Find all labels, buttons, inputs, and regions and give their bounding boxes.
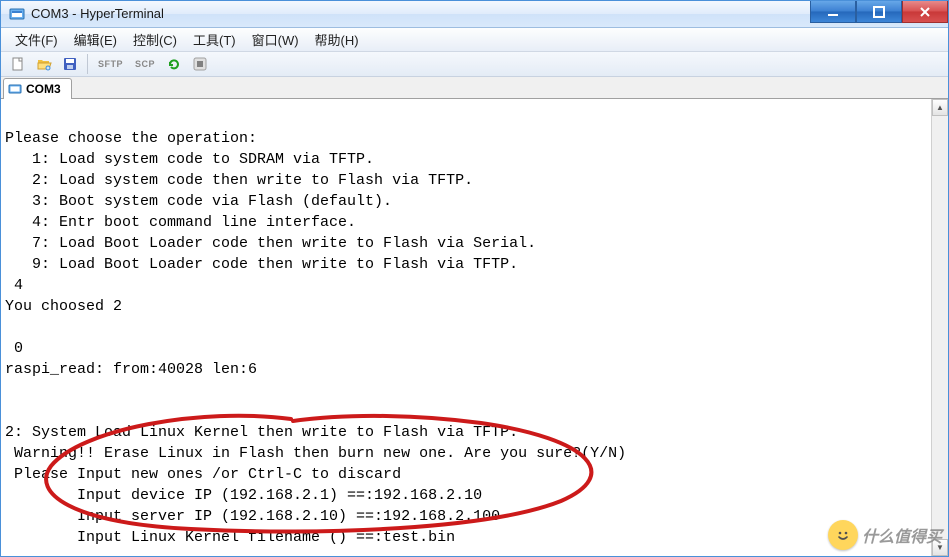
menu-control[interactable]: 控制(C) — [125, 28, 185, 51]
toolbar: SFTP SCP — [1, 52, 948, 77]
stop-icon — [192, 56, 208, 72]
refresh-button[interactable] — [163, 53, 185, 75]
window-title: COM3 - HyperTerminal — [31, 6, 810, 21]
scroll-up-button[interactable]: ▲ — [932, 99, 948, 116]
menu-edit[interactable]: 编辑(E) — [66, 28, 125, 51]
titlebar: COM3 - HyperTerminal — [1, 1, 948, 28]
close-button[interactable] — [902, 1, 948, 23]
menu-tools[interactable]: 工具(T) — [185, 28, 244, 51]
stop-button[interactable] — [189, 53, 211, 75]
app-icon — [9, 6, 25, 22]
menubar: 文件(F) 编辑(E) 控制(C) 工具(T) 窗口(W) 帮助(H) — [1, 28, 948, 52]
open-file-button[interactable] — [33, 53, 55, 75]
window-controls — [810, 1, 948, 27]
scroll-track[interactable] — [932, 116, 948, 539]
watermark-icon — [828, 520, 858, 550]
minimize-button[interactable] — [810, 1, 856, 23]
session-icon — [8, 82, 22, 96]
toolbar-separator — [87, 54, 88, 74]
app-window: COM3 - HyperTerminal 文件(F) 编辑(E) 控制(C) 工… — [0, 0, 949, 557]
terminal-output[interactable]: Please choose the operation: 1: Load sys… — [1, 99, 931, 556]
menu-window[interactable]: 窗口(W) — [244, 28, 307, 51]
new-file-icon — [10, 56, 26, 72]
menu-file[interactable]: 文件(F) — [7, 28, 66, 51]
watermark-text: 什么值得买 — [862, 523, 942, 547]
maximize-button[interactable] — [856, 1, 902, 23]
terminal-wrap: Please choose the operation: 1: Load sys… — [1, 99, 948, 556]
tab-label: COM3 — [26, 82, 61, 96]
save-button[interactable] — [59, 53, 81, 75]
sftp-button[interactable]: SFTP — [94, 53, 127, 75]
session-tab[interactable]: COM3 — [3, 78, 72, 99]
menu-help[interactable]: 帮助(H) — [307, 28, 367, 51]
new-file-button[interactable] — [7, 53, 29, 75]
refresh-icon — [166, 56, 182, 72]
watermark: 什么值得买 — [828, 520, 942, 550]
tabbar: COM3 — [1, 77, 948, 99]
save-icon — [62, 56, 78, 72]
scp-button[interactable]: SCP — [131, 53, 159, 75]
folder-open-icon — [36, 56, 52, 72]
vertical-scrollbar[interactable]: ▲ ▼ — [931, 99, 948, 556]
